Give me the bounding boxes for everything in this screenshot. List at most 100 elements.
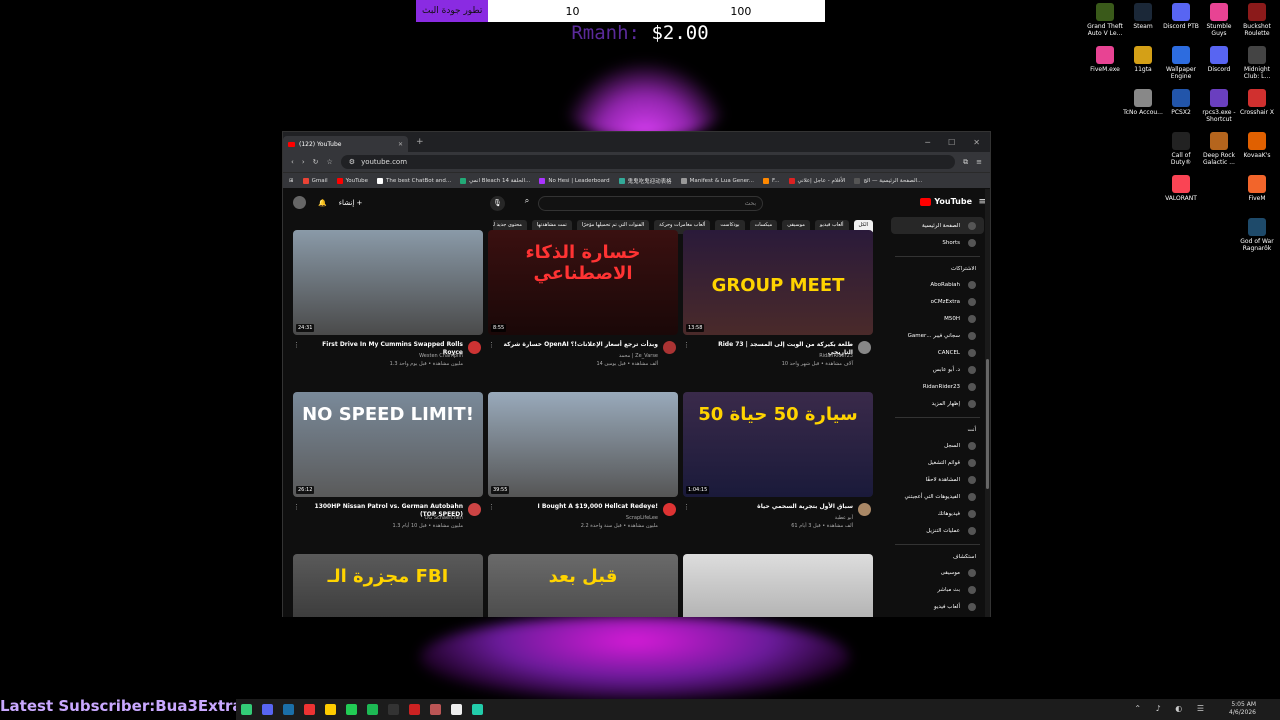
bookmark-item[interactable]: No Hesi | Leaderboard (539, 177, 610, 184)
bookmark-item[interactable]: YouTube (336, 177, 368, 184)
file-icon[interactable] (451, 704, 462, 715)
sidebar-item[interactable]: عمليات التنزيل (885, 522, 990, 539)
channel-name[interactable]: محمد | Ze_Varse (619, 353, 658, 359)
desktop-icon[interactable]: Call of Duty® (1161, 132, 1201, 166)
close-window-icon[interactable]: ✕ (973, 138, 980, 147)
youtube-logo[interactable]: YouTube (920, 197, 972, 206)
apps-icon[interactable]: ⊞ (289, 178, 294, 184)
sidebar-item[interactable]: oCMzExtra (885, 293, 990, 310)
sidebar-item[interactable]: موسيقى (885, 564, 990, 581)
sidebar-item[interactable]: إظهار المزيد (885, 395, 990, 412)
video-title[interactable]: سباق الأول بتجربة السحمي حياة (693, 503, 853, 511)
channel-name[interactable]: ScrapLifeLee (626, 515, 658, 521)
channel-name[interactable]: Westen Champlin (419, 353, 463, 359)
steam-icon[interactable] (283, 704, 294, 715)
video-title[interactable]: خسارة شركة OpenAI وبدأت ترجع أسعار الإعل… (498, 341, 658, 349)
sidebar-item[interactable]: الفيديوهات التي أعجبتني (885, 488, 990, 505)
voice-search-icon[interactable]: 🎙 (490, 196, 505, 211)
sidebar-item[interactable]: بث مباشر (885, 581, 990, 598)
more-options-icon[interactable]: ⋮ (488, 503, 495, 511)
launcher-icon[interactable] (430, 704, 441, 715)
video-card[interactable]: خسارة الذكاء الاصطناعي 8:55 خسارة شركة Ope… (488, 230, 678, 387)
desktop-icon[interactable]: Midnight Club: L... (1237, 46, 1277, 80)
video-card[interactable]: 24:31 First Drive In My Cummins Swapped R… (293, 230, 483, 387)
tab-youtube[interactable]: (122) YouTube ✕ (283, 136, 408, 152)
close-tab-icon[interactable]: ✕ (398, 141, 403, 148)
url-field[interactable]: ⚙ youtube.com (340, 155, 956, 169)
avatar[interactable] (293, 196, 306, 209)
video-card[interactable]: NO SPEED LIMIT! 26:12 1300HP Nissan Patrol… (293, 392, 483, 549)
bookmark-item[interactable]: The best ChatBot and... (377, 177, 451, 184)
reload-icon[interactable]: ↻ (313, 158, 319, 166)
sidebar-item[interactable]: قوائم التشغيل (885, 454, 990, 471)
video-thumbnail[interactable]: خسارة الذكاء الاصطناعي 8:55 (488, 230, 678, 335)
bookmark-item[interactable]: انمي Bleach الحلقة 14... (460, 177, 530, 184)
video-card[interactable]: قبل بعد43:02 (488, 554, 678, 617)
game-icon[interactable] (409, 704, 420, 715)
channel-name[interactable]: OG Schaefchen (424, 515, 463, 521)
video-thumbnail[interactable]: 50 سيارة 50 حياة 1:04:15 (683, 392, 873, 497)
desktop-icon[interactable]: Buckshot Roulette (1237, 3, 1277, 37)
desktop-icon[interactable]: Steam (1123, 3, 1163, 30)
channel-name[interactable]: أبو عطية (835, 515, 853, 521)
sidebar-item[interactable]: الصفحة الرئيسية (891, 217, 984, 234)
desktop-icon[interactable]: Discord (1199, 46, 1239, 73)
bookmark-item[interactable]: Gmail (302, 177, 328, 184)
video-card[interactable]: GROUP MEET 13:58 Ride 73 | طلعة بكيركة من … (683, 230, 873, 387)
bookmark-item[interactable]: الأفلام - عاجل إعلاني (788, 177, 845, 184)
bookmark-item[interactable]: F... (762, 177, 780, 184)
start-icon[interactable] (241, 704, 252, 715)
more-options-icon[interactable]: ⋮ (293, 341, 300, 349)
desktop-icon[interactable]: Discord PTB (1161, 3, 1201, 30)
sidebar-item[interactable]: السجل (885, 437, 990, 454)
video-thumbnail[interactable]: NO SPEED LIMIT! 26:12 (293, 392, 483, 497)
subscriptions-header[interactable]: الاشتراكات (885, 262, 990, 276)
desktop-icon[interactable]: FiveM (1237, 175, 1277, 202)
desktop-icon[interactable]: KovaaK's (1237, 132, 1277, 159)
video-title[interactable]: I Bought A $19,000 Hellcat Redeye! (498, 503, 659, 511)
desktop-icon[interactable]: VALORANT (1161, 175, 1201, 202)
desktop-icon[interactable]: TcNo Accou... (1123, 89, 1163, 116)
video-thumbnail[interactable]: 39:55 (488, 392, 678, 497)
more-options-icon[interactable]: ⋮ (683, 341, 690, 349)
desktop-icon[interactable]: PCSX2 (1161, 89, 1201, 116)
video-card[interactable]: مجزرة الـ FBI21:59 (293, 554, 483, 617)
maximize-icon[interactable]: ☐ (948, 138, 955, 147)
channel-avatar[interactable] (663, 341, 676, 354)
sidebar-item[interactable]: المشاهدة لاحقًا (885, 471, 990, 488)
video-card[interactable]: 39:55 I Bought A $19,000 Hellcat Redeye! S… (488, 392, 678, 549)
channel-name[interactable]: RidanRider23 (819, 353, 853, 359)
create-button[interactable]: إنشاء + (339, 199, 363, 207)
desktop-icon[interactable]: Deep Rock Galactic ... (1199, 132, 1239, 166)
forward-icon[interactable]: › (302, 158, 305, 166)
video-card[interactable]: 50 سيارة 50 حياة 1:04:15 سباق الأول بتجربة… (683, 392, 873, 549)
sidebar-item[interactable]: سجاني فيبر ...Gamer (885, 327, 990, 344)
sidebar-item[interactable]: د. أبو عابس (885, 361, 990, 378)
sidebar-item[interactable]: CANCEL (885, 344, 990, 361)
notifications-icon[interactable]: 🔔 (318, 199, 327, 207)
bookmark-item[interactable]: 鬼鬼吃鬼迎动表格 (618, 177, 672, 185)
sidebar-item[interactable]: فيديوهاتك (885, 505, 990, 522)
obs-icon[interactable] (388, 704, 399, 715)
new-tab-button[interactable]: + (416, 137, 424, 147)
video-thumbnail[interactable]: مجزرة الـ FBI21:59 (293, 554, 483, 617)
scrollbar[interactable] (985, 189, 990, 617)
desktop-icon[interactable]: Wallpaper Engine (1161, 46, 1201, 80)
sidebar-item[interactable]: RidanRider23 (885, 378, 990, 395)
channel-avatar[interactable] (468, 503, 481, 516)
desktop-icon[interactable]: Grand Theft Auto V Le... (1085, 3, 1125, 37)
sidebar-item[interactable]: ألعاب فيديو (885, 598, 990, 615)
app-icon[interactable] (325, 704, 336, 715)
extensions-icon[interactable]: ⧉ (963, 158, 968, 167)
scrollbar-thumb[interactable] (986, 359, 989, 489)
bookmark-item[interactable]: Manifest & Lua Gener... (680, 177, 754, 184)
clock[interactable]: 5:05 AM 4/6/2026 (1229, 701, 1256, 717)
desktop-icon[interactable]: rpcs3.exe - Shortcut (1199, 89, 1239, 123)
more-options-icon[interactable]: ⋮ (683, 503, 690, 511)
video-thumbnail[interactable]: 24:31 (293, 230, 483, 335)
tool-icon[interactable] (472, 704, 483, 715)
back-icon[interactable]: ‹ (291, 158, 294, 166)
more-options-icon[interactable]: ⋮ (488, 341, 495, 349)
desktop-icon[interactable]: Crosshair X (1237, 89, 1277, 116)
more-options-icon[interactable]: ⋮ (293, 503, 300, 511)
